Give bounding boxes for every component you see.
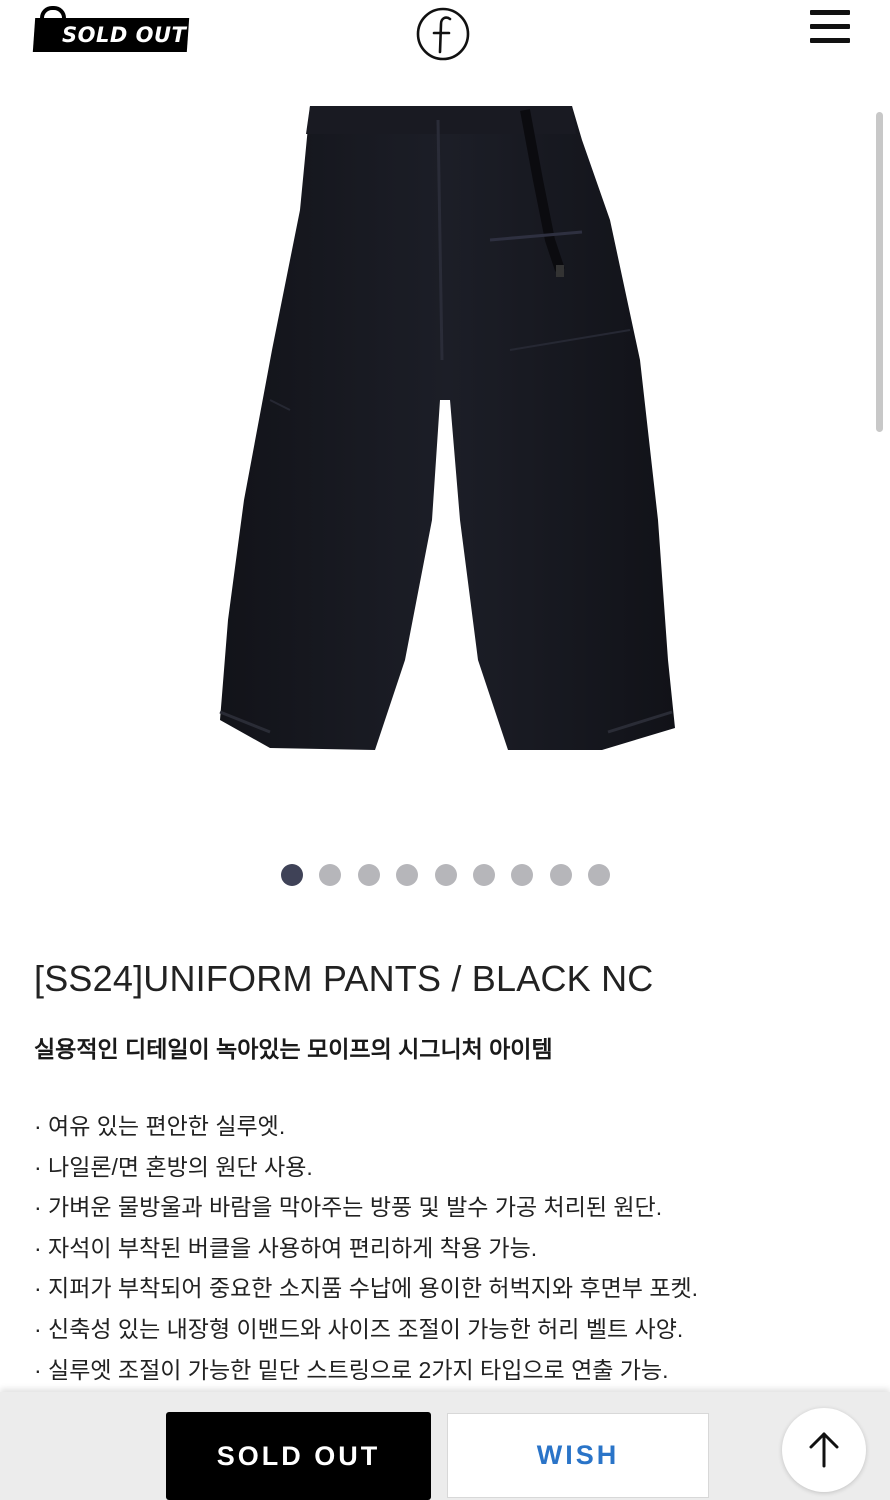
pagination-dot[interactable] bbox=[473, 864, 495, 886]
feature-list: · 여유 있는 편안한 실루엣. · 나일론/면 혼방의 원단 사용. · 가벼… bbox=[34, 1106, 698, 1390]
pagination-dot[interactable] bbox=[319, 864, 341, 886]
sold-out-button[interactable]: SOLD OUT bbox=[166, 1412, 431, 1500]
pagination-dot[interactable] bbox=[511, 864, 533, 886]
feature-item: · 지퍼가 부착되어 중요한 소지품 수납에 용이한 허벅지와 후면부 포켓. bbox=[34, 1275, 699, 1302]
scroll-to-top-button[interactable] bbox=[782, 1408, 866, 1492]
feature-item: · 신축성 있는 내장형 이밴드와 사이즈 조절이 가능한 허리 벨트 사양. bbox=[34, 1315, 684, 1342]
f-circle-logo-icon bbox=[416, 7, 470, 61]
pagination-dot[interactable] bbox=[281, 864, 303, 886]
sold-out-badge: SOLD OUT bbox=[32, 6, 194, 52]
feature-item: · 가벼운 물방울과 바람을 막아주는 방풍 및 발수 가공 처리된 원단. bbox=[34, 1194, 663, 1221]
product-title: [SS24]UNIFORM PANTS / BLACK NC bbox=[34, 958, 654, 999]
pagination-dot[interactable] bbox=[396, 864, 418, 886]
hamburger-menu-icon[interactable] bbox=[810, 10, 852, 44]
pants-illustration bbox=[219, 106, 675, 750]
bottom-action-bar: SOLD OUT WISH bbox=[0, 1392, 890, 1500]
arrow-up-icon bbox=[809, 1432, 839, 1468]
feature-item: · 자석이 부착된 버클을 사용하여 편리하게 착용 가능. bbox=[34, 1234, 538, 1261]
feature-item: · 실루엣 조절이 가능한 밑단 스트링으로 2가지 타입으로 연출 가능. bbox=[34, 1356, 669, 1383]
pagination-dot[interactable] bbox=[550, 864, 572, 886]
brand-logo[interactable] bbox=[415, 6, 471, 62]
pagination-dot[interactable] bbox=[588, 864, 610, 886]
header: SOLD OUT bbox=[0, 0, 890, 80]
pagination-dot[interactable] bbox=[435, 864, 457, 886]
wish-button[interactable]: WISH bbox=[447, 1413, 709, 1498]
image-pagination bbox=[0, 864, 890, 888]
pagination-dot[interactable] bbox=[358, 864, 380, 886]
product-subtitle: 실용적인 디테일이 녹아있는 모이프의 시그니처 아이템 bbox=[34, 1036, 553, 1062]
feature-item: · 여유 있는 편안한 실루엣. bbox=[34, 1113, 286, 1139]
feature-item: · 나일론/면 혼방의 원단 사용. bbox=[34, 1153, 313, 1180]
product-image[interactable] bbox=[210, 100, 690, 760]
sold-out-badge-label: SOLD OUT bbox=[62, 23, 187, 47]
scrollbar[interactable] bbox=[876, 112, 883, 432]
